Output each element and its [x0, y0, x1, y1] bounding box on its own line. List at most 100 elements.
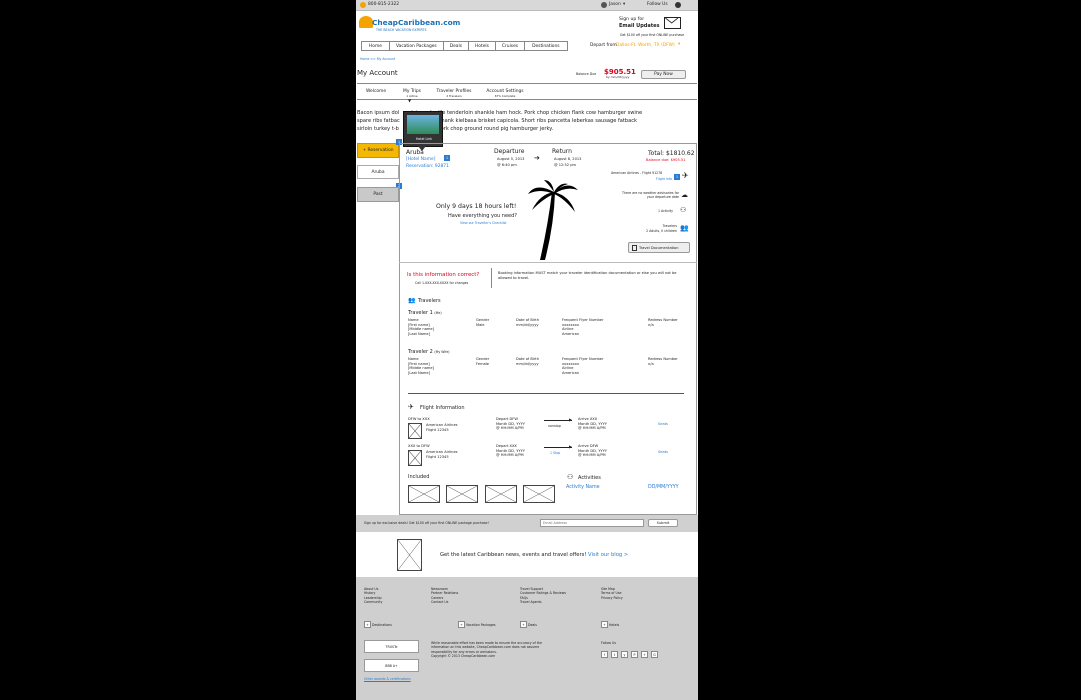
hotel-link[interactable]: Hotel Link	[406, 137, 442, 141]
email-submit-button[interactable]: Submit	[648, 519, 678, 527]
tab-traveler-profiles-sub: 2 Travelers	[446, 93, 462, 98]
reservation-tab[interactable]: + Reservation	[357, 143, 399, 158]
tab-welcome-label: Welcome	[365, 89, 387, 94]
trip-hotel[interactable]: [Hotel Name]	[406, 157, 435, 163]
youtube-icon[interactable]: y	[621, 651, 628, 658]
travel-documentation-button[interactable]: Travel Documentation	[628, 242, 690, 253]
airline-logo-placeholder	[408, 450, 422, 466]
palm-tree-icon	[528, 180, 578, 260]
checklist-link[interactable]: View our Traveller's Checklist	[460, 221, 507, 225]
past-tab[interactable]: Past	[357, 187, 399, 202]
bbb-badge[interactable]: BBB A+	[364, 659, 419, 672]
traveler-2-dob: mm/dd/yyyy	[516, 361, 539, 366]
footer-link-ratings[interactable]: Customer Ratings & Reviews	[520, 591, 566, 595]
col-ff-header: Frequent Flyer Number	[562, 357, 604, 361]
aruba-tab[interactable]: Aruba	[357, 165, 399, 179]
flight-1-number: Flight 12345	[426, 427, 449, 432]
logo-text[interactable]: CheapCaribbean.com	[372, 18, 460, 28]
divider	[408, 393, 684, 394]
flight-2-stops-link[interactable]: 1 Stop	[550, 451, 560, 455]
travelers-heading: Travelers	[418, 298, 441, 304]
footer-link-travel-agents[interactable]: Travel Agents	[520, 600, 566, 604]
depart-value[interactable]: Dallas-Ft. Worth, TX (DFW)	[616, 43, 675, 49]
footer-disclaimer: While reasonable effort has been made to…	[431, 641, 542, 658]
traveler-2-last: [Last Name]	[408, 371, 431, 376]
flight-2-airline: American Airlines	[426, 450, 458, 454]
flight-1-seats-link[interactable]: Seats	[658, 422, 668, 427]
footer-link-partner[interactable]: Partner Relations	[431, 591, 458, 595]
tab-my-trips[interactable]: My Trips 1 Active	[398, 89, 426, 98]
traveler-1-dob: mm/dd/yyyy	[516, 322, 539, 327]
hotel-popup[interactable]: Hotel Link	[403, 111, 443, 147]
nav-vacation-packages[interactable]: Vacation Packages	[390, 42, 444, 51]
airline-info: American Airlines - Flight 91278	[611, 171, 663, 175]
tab-traveler-profiles[interactable]: Traveler Profiles 2 Travelers	[432, 89, 476, 98]
depart-dropdown-icon[interactable]: ▾	[678, 42, 680, 48]
nav-destinations[interactable]: Destinations	[525, 42, 566, 51]
traveler-2-redress: n/a	[648, 361, 654, 366]
twitter-icon[interactable]: t	[611, 651, 618, 658]
mail-icon[interactable]	[664, 17, 681, 29]
nav-hotels[interactable]: Hotels	[469, 42, 496, 51]
signup-line2[interactable]: Email Updates	[619, 23, 660, 30]
user-dropdown-icon[interactable]: ▾	[623, 2, 625, 8]
logo-tagline: THE BEACH VACATION EXPERTS	[376, 28, 427, 32]
plus-icon: +	[520, 621, 527, 628]
plus-icon: +	[601, 621, 608, 628]
follow-dropdown-icon[interactable]	[675, 2, 681, 8]
weather-advisory: There are no weather advisories for your…	[622, 191, 679, 200]
pinterest-icon[interactable]: P	[631, 651, 638, 658]
logo-sun-icon	[359, 16, 373, 28]
flight-info-link[interactable]: Flight Info	[656, 177, 672, 181]
footer-link-contact[interactable]: Contact Us	[431, 600, 458, 604]
footer-link-privacy[interactable]: Privacy Policy	[601, 596, 623, 600]
traveler-1-title: Traveler 1 (Me)	[408, 310, 442, 317]
blog-image-placeholder	[397, 539, 422, 571]
intro-line1a: Bacon ipsum dol	[357, 110, 400, 116]
breadcrumb[interactable]: Home >> My Account	[360, 57, 395, 61]
traveler-1-last: [Last Name]	[408, 332, 431, 337]
flight-2-depart-time: @ HH:MM A/PM	[496, 453, 524, 458]
nav-deals[interactable]: Deals	[444, 42, 469, 51]
footer-expander-hotels[interactable]: + Hotels	[601, 621, 619, 628]
tab-my-trips-sub: 1 Active	[406, 93, 418, 98]
flight-section-icon: ✈	[408, 403, 414, 411]
balance-label: Balance Due	[576, 72, 597, 76]
included-item-placeholder[interactable]	[523, 485, 555, 503]
tab-account-settings[interactable]: Account Settings 67% Complete	[484, 89, 526, 98]
user-name[interactable]: Jason	[609, 2, 621, 8]
activity-date: DD/MM/YYYY	[648, 485, 679, 490]
awards-link[interactable]: Other awards & certifications	[364, 677, 411, 681]
google-plus-icon[interactable]: +	[641, 651, 648, 658]
phone-number[interactable]: 800-815-2322	[368, 2, 399, 8]
nav-cruises[interactable]: Cruises	[496, 42, 526, 51]
col-gender-header: Gender	[476, 357, 490, 361]
divider	[357, 83, 697, 84]
follow-us-label[interactable]: Follow Us	[647, 2, 668, 8]
footer-link-terms[interactable]: Terms of Use	[601, 591, 623, 595]
pay-now-button[interactable]: Pay Now	[641, 70, 686, 79]
trip-reservation[interactable]: Reservation: 92871	[406, 164, 449, 170]
facebook-icon[interactable]: f	[601, 651, 608, 658]
signup-note: Get $100 off your first ONLINE purchase	[620, 33, 685, 37]
tab-welcome[interactable]: Welcome	[364, 89, 388, 95]
activity-count: 1 Activity	[658, 209, 673, 213]
included-item-placeholder[interactable]	[446, 485, 478, 503]
correct-question: Is this information correct?	[407, 272, 480, 278]
footer-expander-destinations[interactable]: + Destinations	[364, 621, 392, 628]
footer-col-4: Site Map Terms of Use Privacy Policy	[601, 587, 623, 600]
email-input[interactable]	[540, 519, 644, 527]
google-icon[interactable]: G	[651, 651, 658, 658]
footer-expander-deals[interactable]: + Deals	[520, 621, 537, 628]
document-icon	[632, 245, 637, 251]
included-item-placeholder[interactable]	[485, 485, 517, 503]
flight-1-arrow	[544, 420, 572, 421]
footer-expander-vacation-packages[interactable]: + Vacation Packages	[458, 621, 496, 628]
included-item-placeholder[interactable]	[408, 485, 440, 503]
truste-badge[interactable]: TRUSTe	[364, 640, 419, 653]
nav-home[interactable]: Home	[362, 42, 390, 51]
flight-2-seats-link[interactable]: Seats	[658, 450, 668, 455]
footer-link-community[interactable]: Community	[364, 600, 382, 604]
blog-link[interactable]: Visit our blog >	[588, 552, 628, 558]
activity-name-link[interactable]: Activity Name	[566, 485, 600, 491]
